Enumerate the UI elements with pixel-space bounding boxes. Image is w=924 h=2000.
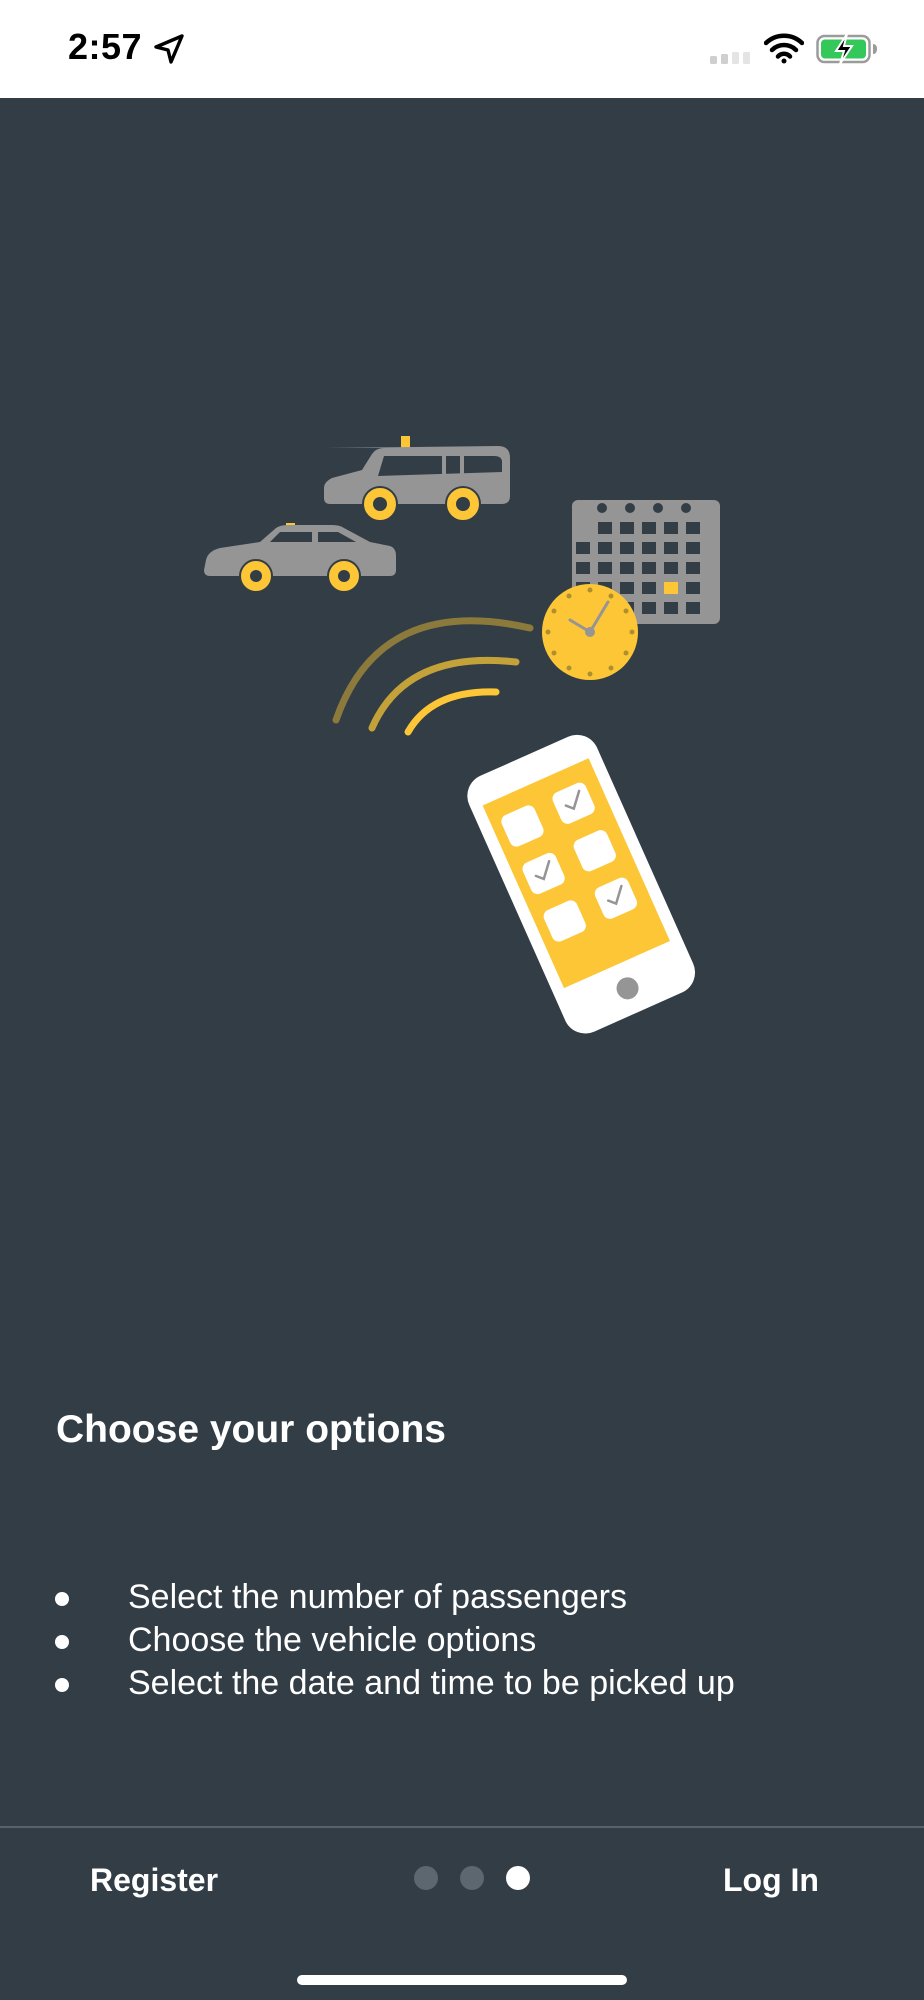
onboarding-page: Choose your options Select the number of…: [0, 98, 924, 1826]
battery-charging-icon: [816, 33, 877, 65]
location-arrow-icon: [154, 34, 184, 64]
list-item: Select the date and time to be picked up: [0, 1662, 924, 1705]
page-indicator[interactable]: [414, 1866, 534, 1892]
bullet-icon: [55, 1592, 69, 1606]
taxi-car-icon: [204, 523, 396, 593]
list-item: Select the number of passengers: [0, 1576, 924, 1619]
phone-icon: [467, 734, 696, 1034]
list-item-text: Select the number of passengers: [128, 1578, 627, 1616]
page-dot-active[interactable]: [506, 1866, 530, 1890]
taxi-van-icon: [324, 436, 510, 522]
bullet-icon: [55, 1635, 69, 1649]
feature-list: Select the number of passengers Choose t…: [0, 1576, 924, 1705]
page-title: Choose your options: [56, 1408, 446, 1451]
list-item: Choose the vehicle options: [0, 1619, 924, 1662]
footer-bar: Register Log In: [0, 1828, 924, 2000]
status-bar: 2:57: [0, 0, 924, 98]
page-dot[interactable]: [460, 1866, 484, 1890]
page-dot[interactable]: [414, 1866, 438, 1890]
status-time: 2:57: [68, 26, 143, 67]
list-item-text: Choose the vehicle options: [128, 1621, 537, 1659]
clock-icon: [542, 584, 638, 680]
signal-waves-icon: [332, 617, 534, 736]
home-indicator[interactable]: [297, 1975, 627, 1985]
login-button[interactable]: Log In: [723, 1862, 819, 1899]
taxi-booking-illustration: [204, 436, 720, 1034]
bullet-icon: [55, 1678, 69, 1692]
list-item-text: Select the date and time to be picked up: [128, 1664, 735, 1702]
cellular-signal-icon: [710, 52, 750, 64]
wifi-icon: [764, 33, 804, 64]
register-button[interactable]: Register: [90, 1862, 218, 1899]
